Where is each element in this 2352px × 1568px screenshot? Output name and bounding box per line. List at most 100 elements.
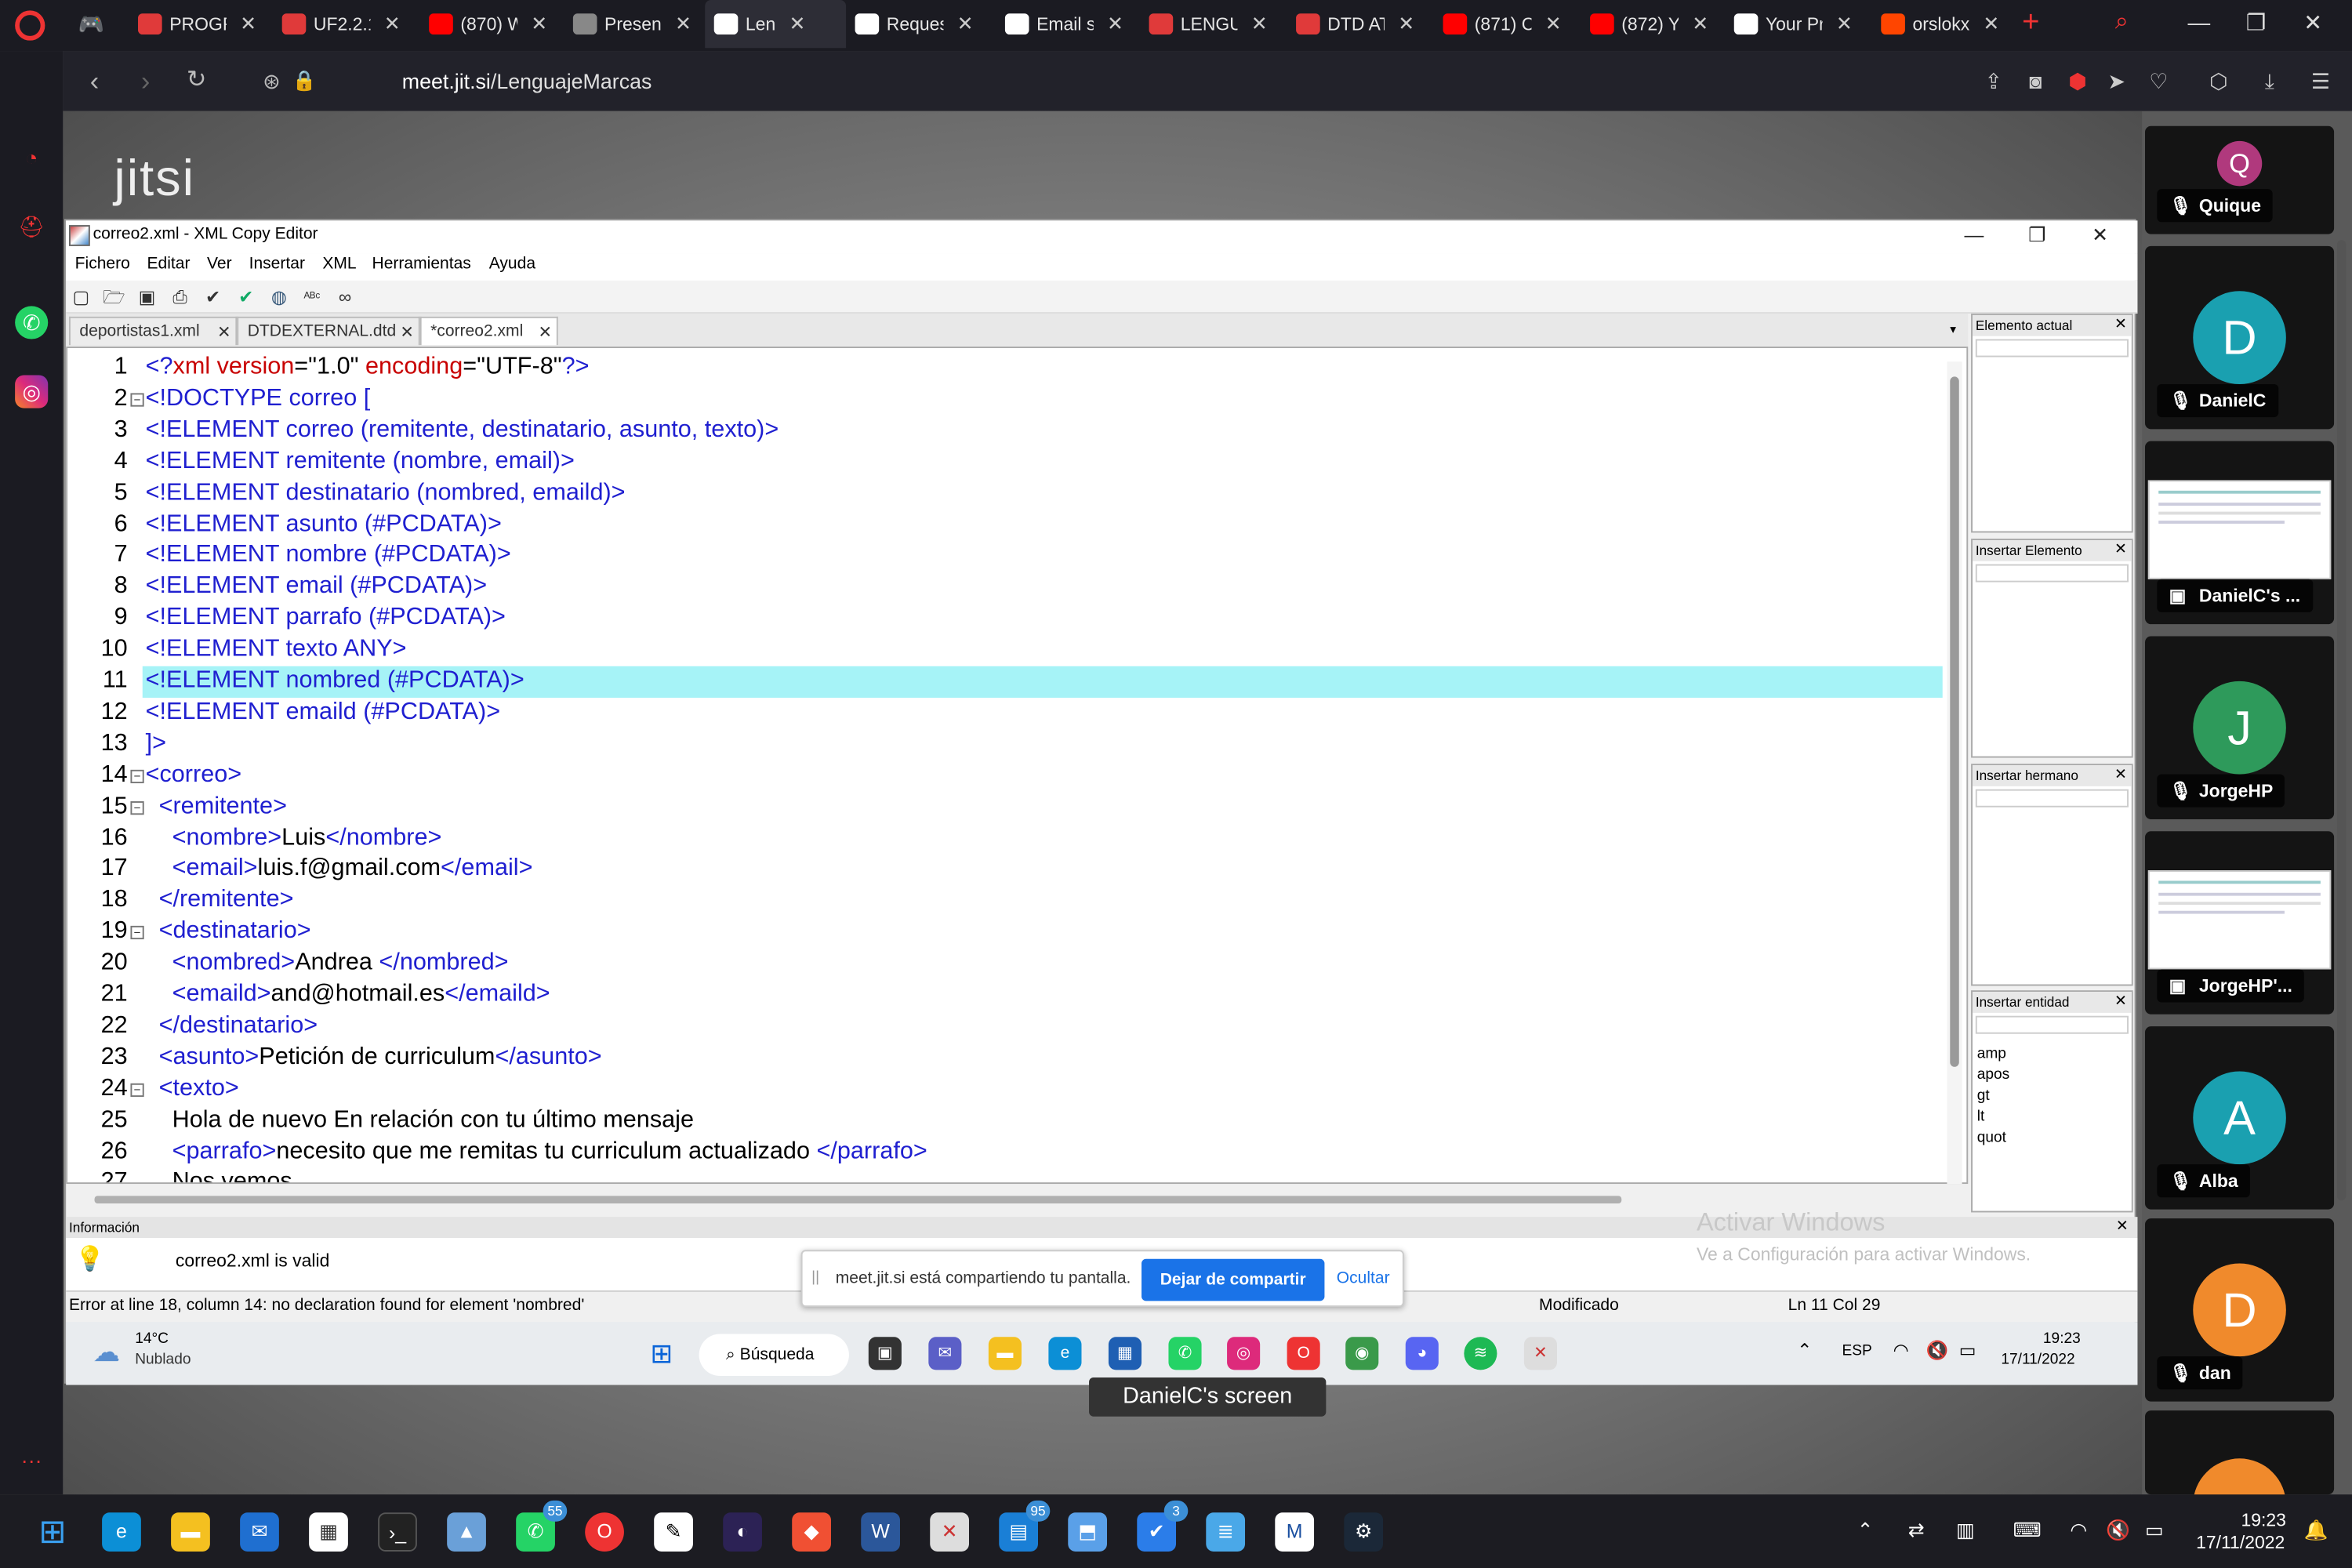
browser-tab[interactable]: orslokx ✕: [1872, 0, 2013, 48]
code-line[interactable]: <!DOCTYPE correo [: [146, 386, 371, 412]
code-editor[interactable]: 1 <?xml version="1.0" encoding="UTF-8"?> 2…: [66, 347, 1969, 1185]
close-tab-icon[interactable]: ✕: [400, 322, 414, 342]
participant-tile[interactable]: D 🎙 dan: [2145, 1218, 2335, 1402]
menu-fichero[interactable]: Fichero: [75, 255, 130, 273]
browser-tab[interactable]: (870) W ✕: [420, 0, 561, 48]
opera-logo-icon[interactable]: [15, 10, 45, 41]
close-tab-icon[interactable]: ✕: [538, 322, 552, 342]
close-icon[interactable]: ✕: [2114, 315, 2127, 336]
volume-icon[interactable]: 🔇: [2106, 1519, 2130, 1543]
fold-toggle-icon[interactable]: −: [130, 769, 144, 783]
camera-icon[interactable]: ◙: [2019, 64, 2052, 97]
gamepad-icon[interactable]: 🎮: [78, 12, 103, 38]
drag-handle-icon[interactable]: ||: [811, 1269, 819, 1286]
scroll-thumb[interactable]: [94, 1196, 1622, 1203]
browser-tab[interactable]: Present ✕: [564, 0, 705, 48]
close-icon[interactable]: ✕: [2114, 540, 2127, 561]
close-icon[interactable]: ✕: [2114, 765, 2127, 786]
fold-toggle-icon[interactable]: −: [130, 393, 144, 407]
editor-vertical-scrollbar[interactable]: [1947, 361, 1962, 1185]
participant-tile[interactable]: [2145, 1410, 2335, 1552]
hide-button[interactable]: Ocultar: [1337, 1269, 1390, 1287]
clock-time[interactable]: 19:23: [2241, 1509, 2285, 1530]
explorer-icon[interactable]: ▬: [171, 1512, 210, 1552]
discord-icon[interactable]: ◕: [1405, 1337, 1439, 1370]
browser-tab[interactable]: Reques ✕: [846, 0, 987, 48]
clock-date[interactable]: 17/11/2022: [2001, 1352, 2074, 1368]
code-line[interactable]: <!ELEMENT emaild (#PCDATA)>: [146, 699, 501, 726]
store-icon[interactable]: ▦: [309, 1512, 348, 1552]
code-line[interactable]: <remitente>: [146, 793, 287, 820]
entity-item[interactable]: lt: [1977, 1109, 1985, 1125]
stop-sharing-button[interactable]: Dejar de compartir: [1142, 1258, 1325, 1301]
send-icon[interactable]: ➤: [2100, 64, 2133, 97]
code-line[interactable]: </remitente>: [146, 887, 294, 914]
opera-icon[interactable]: O: [1287, 1337, 1320, 1370]
close-tab-icon[interactable]: ✕: [957, 12, 974, 36]
entity-item[interactable]: amp: [1977, 1046, 2006, 1062]
browser-icon[interactable]: ◍: [267, 285, 292, 310]
windows-start-icon[interactable]: ⊞: [33, 1512, 72, 1552]
instagram-icon[interactable]: ◎: [1227, 1337, 1261, 1370]
tab-dtdexternal[interactable]: DTDEXTERNAL.dtd ✕: [237, 316, 420, 346]
entity-item[interactable]: quot: [1977, 1130, 2006, 1146]
wifi-icon[interactable]: ◠: [1893, 1340, 1909, 1361]
volume-icon[interactable]: 🔇: [1926, 1340, 1949, 1361]
steam-icon[interactable]: ⚙: [1344, 1512, 1384, 1552]
code-line[interactable]: <email>luis.f@gmail.com</email>: [146, 856, 533, 883]
code-line[interactable]: <!ELEMENT nombred (#PCDATA)>: [146, 668, 524, 695]
menu-xml[interactable]: XML: [322, 255, 356, 273]
editor-restore-button[interactable]: ❐: [2016, 223, 2058, 250]
xml-editor-icon[interactable]: ✕: [1523, 1337, 1558, 1370]
notifications-icon[interactable]: 🔔: [2304, 1519, 2328, 1543]
speed-dial-icon[interactable]: ◔: [15, 141, 48, 174]
adblock-icon[interactable]: ⬢: [2061, 64, 2094, 97]
chat-icon[interactable]: ✉: [928, 1337, 962, 1370]
back-icon[interactable]: ‹: [75, 63, 114, 99]
start-icon[interactable]: ⊞: [645, 1337, 678, 1370]
editor-horizontal-scrollbar[interactable]: [71, 1192, 1969, 1208]
tray-chevron-icon[interactable]: ⌃: [1797, 1340, 1812, 1361]
code-line[interactable]: <destinatario>: [146, 919, 311, 946]
close-tab-icon[interactable]: ✕: [384, 12, 401, 36]
url-field[interactable]: meet.jit.si/LenguajeMarcas: [402, 66, 652, 96]
xml-editor-icon[interactable]: ✕: [930, 1512, 969, 1552]
menu-ayuda[interactable]: Ayuda: [489, 255, 535, 273]
chrome-icon[interactable]: ◉: [1345, 1337, 1379, 1370]
code-line[interactable]: <?xml version="1.0" encoding="UTF-8"?>: [146, 354, 590, 381]
close-button[interactable]: ✕: [2289, 6, 2337, 42]
validate-icon[interactable]: ✔: [234, 285, 258, 310]
fold-toggle-icon[interactable]: −: [130, 800, 144, 815]
print-icon[interactable]: ⎙: [168, 285, 192, 310]
code-line[interactable]: <nombred>Andrea </nombred>: [146, 950, 509, 977]
save-icon[interactable]: ▣: [135, 285, 159, 310]
check-wellformed-icon[interactable]: ✔: [201, 285, 225, 310]
fold-toggle-icon[interactable]: −: [130, 926, 144, 940]
restore-button[interactable]: ❐: [2232, 6, 2280, 42]
code-line[interactable]: </destinatario>: [146, 1013, 318, 1040]
mail-icon[interactable]: ✉: [240, 1512, 279, 1552]
browser-tab[interactable]: PROGR ✕: [129, 0, 270, 48]
browser-tab[interactable]: DTD AT ✕: [1287, 0, 1428, 48]
aria-icon[interactable]: ⛑: [15, 210, 48, 243]
browser-tab[interactable]: Email s ✕: [996, 0, 1137, 48]
code-line[interactable]: Nos vemos: [146, 1170, 292, 1182]
terminal-icon[interactable]: ›_: [378, 1512, 417, 1552]
explorer-icon[interactable]: ▬: [988, 1337, 1022, 1370]
store-icon[interactable]: ▦: [1108, 1337, 1142, 1370]
editor-minimize-button[interactable]: —: [1953, 223, 1995, 250]
language-indicator[interactable]: ESP: [1842, 1343, 1872, 1359]
spellcheck-icon[interactable]: ᴬᴮᶜ: [300, 285, 325, 310]
new-file-icon[interactable]: ▢: [69, 285, 93, 310]
tray-app-icon[interactable]: ⇄: [1908, 1519, 1925, 1543]
scroll-thumb[interactable]: [1950, 376, 1959, 1067]
code-line[interactable]: <!ELEMENT nombre (#PCDATA)>: [146, 543, 511, 569]
tray-chevron-icon[interactable]: ⌃: [1857, 1519, 1874, 1543]
edge-icon[interactable]: e: [102, 1512, 141, 1552]
clock-date[interactable]: 17/11/2022: [2196, 1532, 2285, 1553]
close-tab-icon[interactable]: ✕: [1251, 12, 1268, 36]
code-line[interactable]: <!ELEMENT remitente (nombre, email)>: [146, 448, 575, 475]
code-line[interactable]: <emaild>and@hotmail.es</emaild>: [146, 982, 550, 1008]
instagram-icon[interactable]: ◎: [15, 375, 49, 408]
forward-icon[interactable]: ›: [126, 63, 165, 99]
